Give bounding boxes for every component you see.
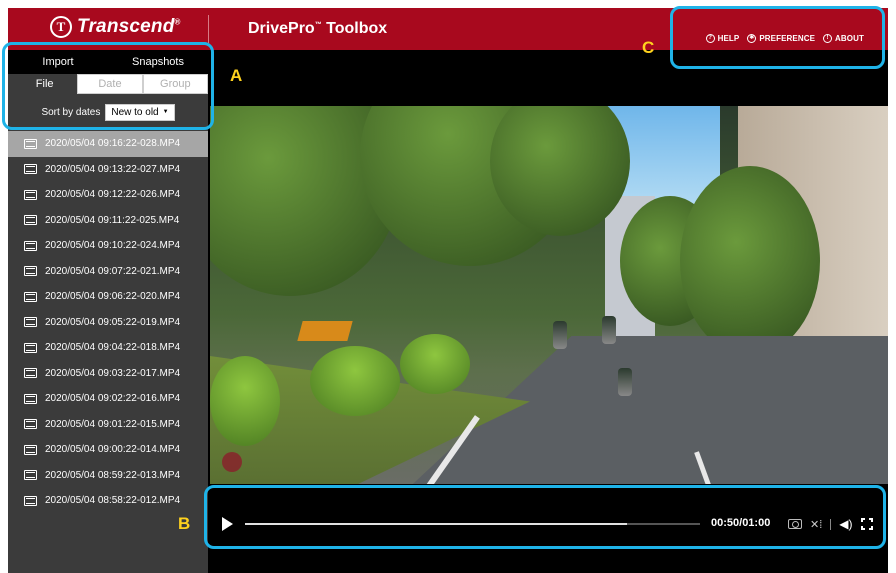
annotation-box-c	[670, 6, 885, 69]
file-list-item[interactable]: 2020/05/04 09:13:22-027.MP4	[8, 157, 208, 183]
file-list-item[interactable]: 2020/05/04 09:11:22-025.MP4	[8, 208, 208, 234]
file-list-item[interactable]: 2020/05/04 09:07:22-021.MP4	[8, 259, 208, 285]
annotation-label-b: B	[178, 514, 191, 533]
annotation-box-a	[2, 42, 214, 130]
app-title: DrivePro™ Toolbox	[248, 20, 388, 37]
file-list-item[interactable]: 2020/05/04 09:05:22-019.MP4	[8, 310, 208, 336]
video-file-icon	[24, 138, 37, 149]
video-watermark	[222, 452, 242, 472]
video-file-icon	[24, 164, 37, 175]
file-name: 2020/05/04 09:11:22-025.MP4	[45, 214, 180, 226]
video-file-icon	[24, 419, 37, 430]
file-name: 2020/05/04 09:04:22-018.MP4	[45, 342, 181, 354]
video-motorcycle	[602, 316, 616, 344]
video-file-icon	[24, 444, 37, 455]
file-list-item[interactable]: 2020/05/04 09:10:22-024.MP4	[8, 233, 208, 259]
video-bush	[400, 334, 470, 394]
video-bench	[297, 321, 353, 341]
video-bush	[210, 356, 280, 446]
transcend-logo-icon: T	[50, 16, 72, 38]
file-list-item[interactable]: 2020/05/04 09:04:22-018.MP4	[8, 335, 208, 361]
file-name: 2020/05/04 09:13:22-027.MP4	[45, 163, 181, 175]
file-name: 2020/05/04 09:12:22-026.MP4	[45, 189, 181, 201]
file-name: 2020/05/04 09:03:22-017.MP4	[45, 367, 181, 379]
video-file-icon	[24, 189, 37, 200]
file-list-item[interactable]: 2020/05/04 09:02:22-016.MP4	[8, 386, 208, 412]
video-file-icon	[24, 368, 37, 379]
video-bush	[310, 346, 400, 416]
file-name: 2020/05/04 09:16:22-028.MP4	[45, 138, 181, 150]
video-file-icon	[24, 215, 37, 226]
video-tree	[680, 166, 820, 356]
file-name: 2020/05/04 09:05:22-019.MP4	[45, 316, 181, 328]
video-file-icon	[24, 291, 37, 302]
file-name: 2020/05/04 09:07:22-021.MP4	[45, 265, 181, 277]
video-file-icon	[24, 266, 37, 277]
file-list-item[interactable]: 2020/05/04 09:16:22-028.MP4	[8, 131, 208, 157]
file-list-item[interactable]: 2020/05/04 08:59:22-013.MP4	[8, 463, 208, 489]
file-list-item[interactable]: 2020/05/04 09:06:22-020.MP4	[8, 284, 208, 310]
file-name: 2020/05/04 09:01:22-015.MP4	[45, 418, 181, 430]
video-file-icon	[24, 393, 37, 404]
annotation-box-b	[204, 485, 886, 549]
file-name: 2020/05/04 09:10:22-024.MP4	[45, 240, 181, 252]
file-name: 2020/05/04 09:00:22-014.MP4	[45, 444, 181, 456]
file-list: 2020/05/04 09:16:22-028.MP4 2020/05/04 09…	[8, 131, 208, 514]
header-divider	[208, 15, 209, 43]
file-list-item[interactable]: 2020/05/04 09:03:22-017.MP4	[8, 361, 208, 387]
video-file-icon	[24, 470, 37, 481]
video-file-icon	[24, 317, 37, 328]
annotation-label-a: A	[230, 66, 243, 85]
transcend-logo: T Transcend®	[50, 16, 181, 38]
file-list-item[interactable]: 2020/05/04 09:01:22-015.MP4	[8, 412, 208, 438]
brand-name: Transcend®	[77, 16, 181, 37]
file-name: 2020/05/04 09:02:22-016.MP4	[45, 393, 181, 405]
file-list-item[interactable]: 2020/05/04 08:58:22-012.MP4	[8, 488, 208, 514]
video-file-icon	[24, 342, 37, 353]
annotation-label-c: C	[642, 38, 655, 57]
file-name: 2020/05/04 08:58:22-012.MP4	[45, 495, 181, 507]
video-file-icon	[24, 495, 37, 506]
file-name: 2020/05/04 09:06:22-020.MP4	[45, 291, 181, 303]
file-name: 2020/05/04 08:59:22-013.MP4	[45, 469, 181, 481]
video-motorcycle	[618, 368, 632, 396]
file-list-item[interactable]: 2020/05/04 09:12:22-026.MP4	[8, 182, 208, 208]
video-motorcycle	[553, 321, 567, 349]
file-list-item[interactable]: 2020/05/04 09:00:22-014.MP4	[8, 437, 208, 463]
video-file-icon	[24, 240, 37, 251]
video-viewport[interactable]	[210, 106, 888, 484]
